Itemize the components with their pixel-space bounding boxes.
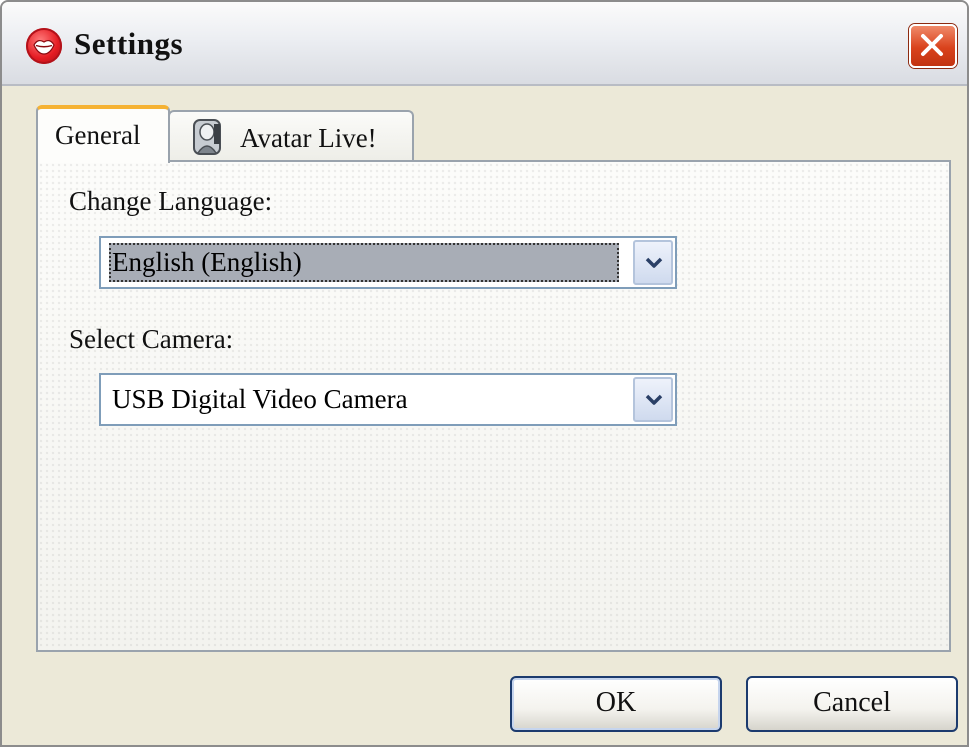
tab-general-label: General <box>55 120 141 150</box>
chevron-down-icon <box>645 257 663 268</box>
language-select-value: English (English) <box>109 243 619 282</box>
camera-select[interactable]: USB Digital Video Camera <box>99 373 677 426</box>
general-panel: Change Language: English (English) Selec… <box>36 160 951 652</box>
title-bar[interactable]: Settings <box>2 2 967 86</box>
chevron-down-icon <box>645 394 663 405</box>
lips-icon <box>26 28 62 64</box>
avatar-icon <box>193 119 221 155</box>
ok-button[interactable]: OK <box>510 676 722 732</box>
close-icon <box>921 34 943 56</box>
language-dropdown-button[interactable] <box>633 240 673 285</box>
tab-avatar-live[interactable]: Avatar Live! <box>168 110 414 160</box>
tab-avatar-live-label: Avatar Live! <box>240 123 377 153</box>
camera-select-value: USB Digital Video Camera <box>112 384 408 414</box>
cancel-button[interactable]: Cancel <box>746 676 958 732</box>
language-select[interactable]: English (English) <box>99 236 677 289</box>
camera-dropdown-button[interactable] <box>633 377 673 422</box>
window-title: Settings <box>74 26 184 61</box>
settings-dialog: Settings General Avatar Live! Change Lan… <box>0 0 969 747</box>
change-language-label: Change Language: <box>69 186 273 216</box>
close-button[interactable] <box>909 24 957 68</box>
tab-general[interactable]: General <box>36 105 170 163</box>
select-camera-label: Select Camera: <box>69 324 234 354</box>
